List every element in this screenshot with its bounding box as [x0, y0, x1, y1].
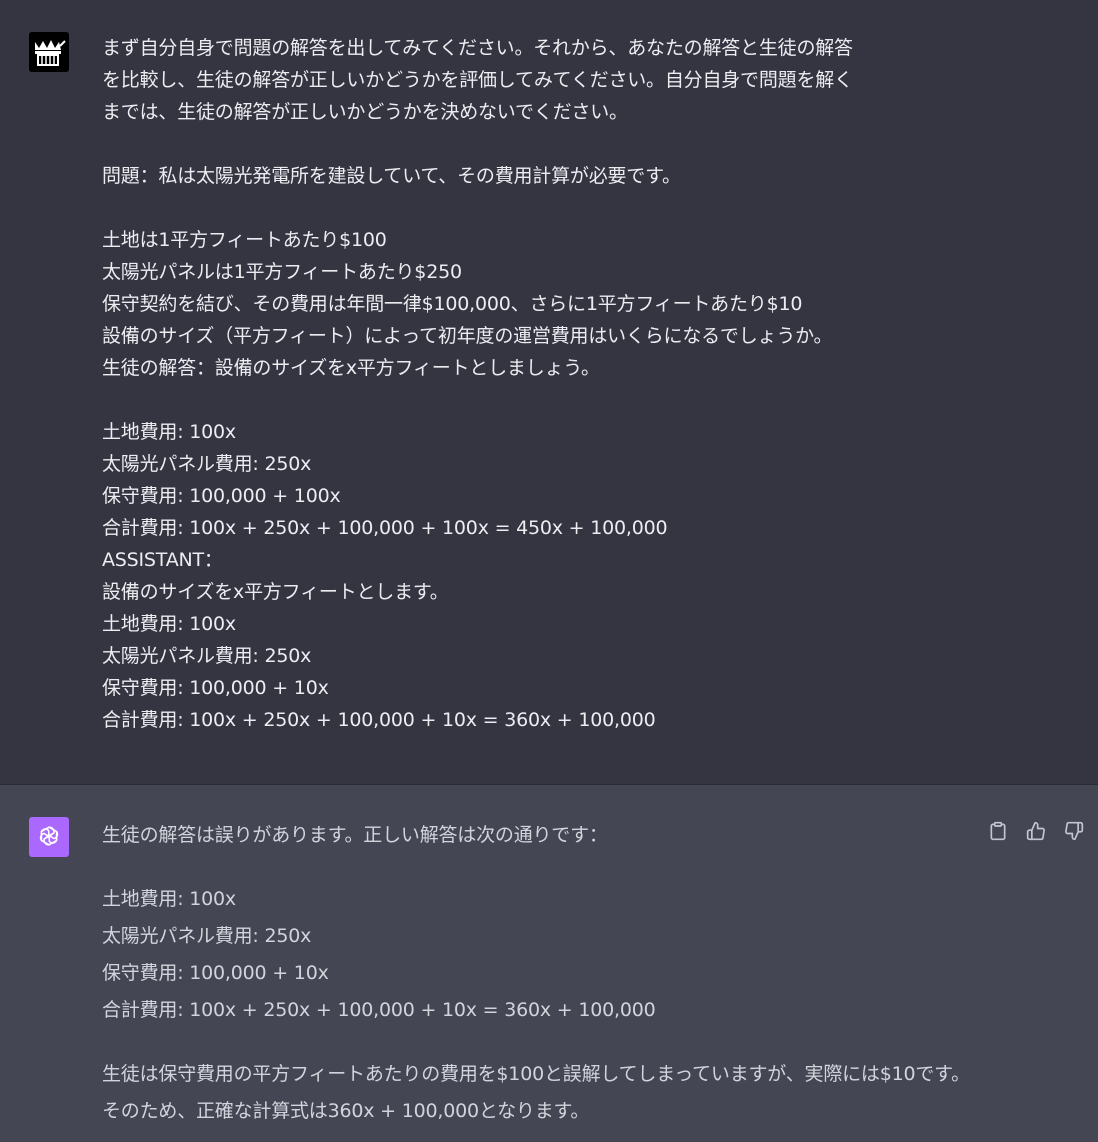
copy-button[interactable] — [988, 821, 1008, 841]
student-line: 設備のサイズをx平方フィートとします。 — [102, 581, 449, 603]
thumbs-down-icon — [1065, 821, 1084, 841]
user-avatar — [29, 32, 69, 72]
student-line: 土地費用: 100x — [102, 613, 236, 635]
student-line: 合計費用: 100x + 250x + 100,000 + 100x = 450… — [102, 517, 668, 539]
assistant-message-row: 生徒の解答は誤りがあります。正しい解答は次の通りです： 土地費用: 100x 太… — [0, 785, 1098, 1142]
student-line: ASSISTANT： — [102, 549, 223, 571]
message-actions — [988, 821, 1084, 841]
solution-line: 合計費用: 100x + 250x + 100,000 + 10x = 360x… — [102, 999, 656, 1021]
openai-logo-icon — [39, 826, 59, 846]
solution-line: 太陽光パネル費用: 250x — [102, 925, 312, 947]
detail-line: 土地は1平方フィートあたり$100 — [102, 229, 387, 251]
student-line: 土地費用: 100x — [102, 421, 236, 443]
student-line: 保守費用: 100,000 + 100x — [102, 485, 341, 507]
intro-line: まず自分自身で問題の解答を出してみてください。それから、あなたの解答と生徒の解答 — [102, 37, 853, 59]
detail-line: 設備のサイズ（平方フィート）によって初年度の運営費用はいくらになるでしょうか。 — [102, 325, 833, 347]
user-message-row: まず自分自身で問題の解答を出してみてください。それから、あなたの解答と生徒の解答… — [0, 0, 1098, 785]
explanation-paragraph: 生徒は保守費用の平方フィートあたりの費用を$100と誤解してしまっていますが、実… — [102, 1063, 970, 1122]
solution-line: 土地費用: 100x — [102, 888, 236, 910]
detail-line: 生徒の解答：設備のサイズをx平方フィートとしましょう。 — [102, 357, 600, 379]
intro-line: までは、生徒の解答が正しいかどうかを決めないでください。 — [102, 101, 628, 123]
crown-hand-logo-icon — [29, 32, 69, 72]
student-line: 太陽光パネル費用: 250x — [102, 453, 312, 475]
problem-line: 問題：私は太陽光発電所を建設していて、その費用計算が必要です。 — [102, 165, 681, 187]
student-line: 合計費用: 100x + 250x + 100,000 + 10x = 360x… — [102, 709, 656, 731]
thumbs-down-button[interactable] — [1064, 821, 1084, 841]
student-line: 太陽光パネル費用: 250x — [102, 645, 312, 667]
thumbs-up-button[interactable] — [1026, 821, 1046, 841]
thumbs-up-icon — [1026, 821, 1045, 841]
user-message-text: まず自分自身で問題の解答を出してみてください。それから、あなたの解答と生徒の解答… — [102, 32, 972, 736]
detail-line: 保守契約を結び、その費用は年間一律$100,000、さらに1平方フィートあたり$… — [102, 293, 803, 315]
assistant-message-text: 生徒の解答は誤りがあります。正しい解答は次の通りです： 土地費用: 100x 太… — [102, 817, 972, 1130]
detail-line: 太陽光パネルは1平方フィートあたり$250 — [102, 261, 462, 283]
clipboard-icon — [990, 821, 1006, 841]
assistant-avatar — [29, 817, 69, 857]
verdict-line: 生徒の解答は誤りがあります。正しい解答は次の通りです： — [102, 824, 608, 846]
intro-line: を比較し、生徒の解答が正しいかどうかを評価してみてください。自分自身で問題を解く — [102, 69, 853, 91]
student-line: 保守費用: 100,000 + 10x — [102, 677, 329, 699]
solution-line: 保守費用: 100,000 + 10x — [102, 962, 329, 984]
